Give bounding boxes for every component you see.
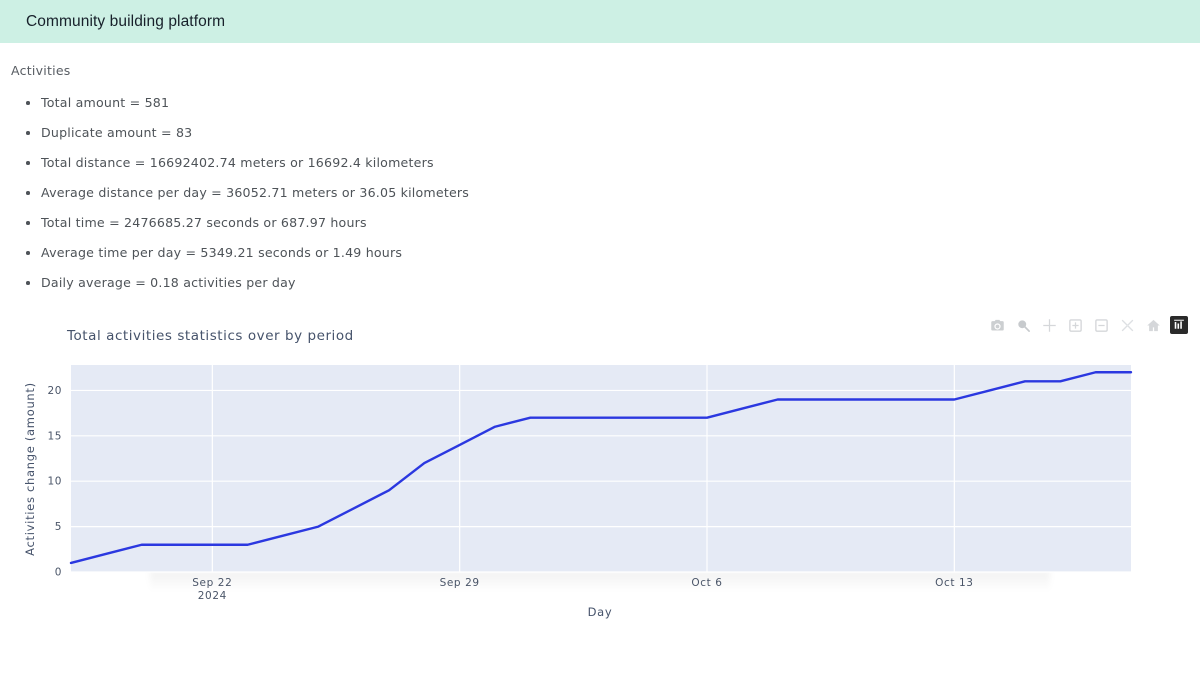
- list-item: Daily average = 0.18 activities per day: [23, 268, 1200, 298]
- app-header: Community building platform: [0, 0, 1200, 43]
- list-item: Duplicate amount = 83: [23, 118, 1200, 148]
- x-axis-tick-sublabel: 2024: [198, 590, 227, 602]
- y-axis-tick-label: 15: [47, 430, 62, 442]
- list-item: Total time = 2476685.27 seconds or 687.9…: [23, 208, 1200, 238]
- y-axis-tick-labels: 0 5 10 15 20: [47, 385, 62, 579]
- x-axis-tick-label: Sep 22: [192, 577, 232, 589]
- x-axis-tick-label: Oct 13: [935, 577, 973, 589]
- stats-heading: Activities: [11, 63, 71, 78]
- x-axis-tick-label: Sep 29: [440, 577, 480, 589]
- activities-stats-section: Activities Total amount = 581 Duplicate …: [0, 43, 1200, 298]
- list-item: Total distance = 16692402.74 meters or 1…: [23, 148, 1200, 178]
- y-axis-tick-label: 10: [47, 476, 62, 488]
- y-axis-tick-label: 5: [55, 521, 62, 533]
- list-item: Average time per day = 5349.21 seconds o…: [23, 238, 1200, 268]
- app-title: Community building platform: [26, 12, 226, 30]
- plot-card: Total activities statistics over by peri…: [0, 306, 1200, 626]
- y-axis-title: Activities change (amount): [23, 382, 37, 556]
- list-item: Total amount = 581: [23, 88, 1200, 118]
- activities-line-chart[interactable]: 0 5 10 15 20 Sep 222024 Sep 29 Oct 6 Oct 13 Act…: [0, 306, 1200, 626]
- x-axis-tick-labels: Sep 222024 Sep 29 Oct 6 Oct 13: [192, 577, 973, 602]
- x-axis-title: Day: [588, 605, 613, 619]
- x-axis-tick-label: Oct 6: [691, 577, 722, 589]
- stats-list: Total amount = 581 Duplicate amount = 83…: [11, 88, 1200, 298]
- y-axis-tick-label: 20: [47, 385, 62, 397]
- y-axis-tick-label: 0: [55, 567, 62, 579]
- list-item: Average distance per day = 36052.71 mete…: [23, 178, 1200, 208]
